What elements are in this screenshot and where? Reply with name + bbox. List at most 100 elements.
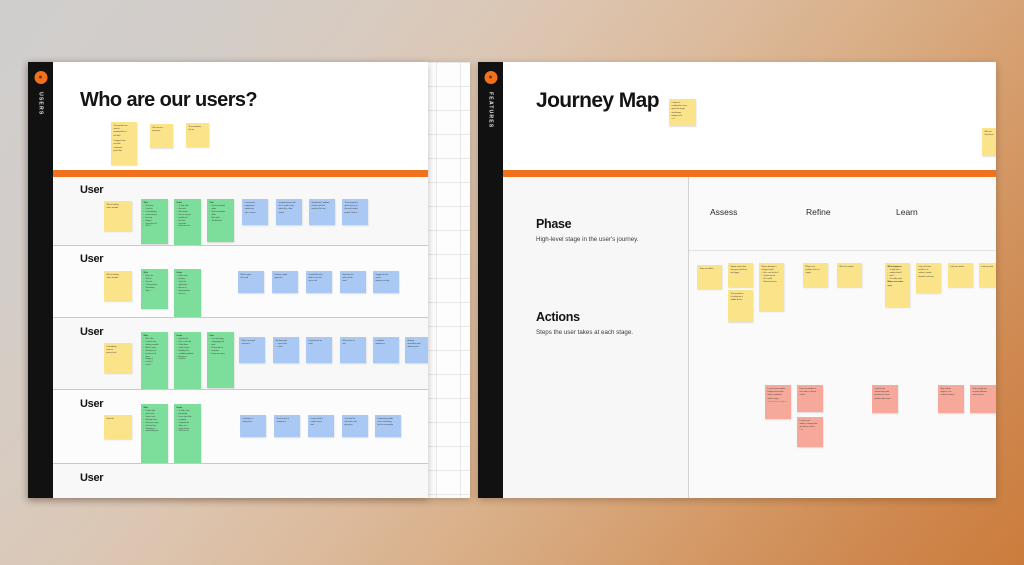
sticky-note[interactable]: Get good search but this is valid, it on… [276, 199, 302, 225]
note-item: company [177, 419, 199, 421]
legend-description-actions: Steps the user takes at each stage. [536, 329, 633, 336]
note-line: simple way to [310, 420, 322, 423]
user-row[interactable]: User Who is looking rather outside Who W… [53, 245, 428, 319]
sticky-note[interactable]: The comments this on [186, 123, 209, 147]
note-line: customers [113, 146, 123, 149]
note-bold-tail: Make new order [887, 280, 904, 283]
note-line: rather outside [106, 276, 119, 279]
sticky-note[interactable]: Who is looking rather outside [104, 271, 132, 301]
journey-board-body[interactable]: Journey Map Content or combined in a box… [503, 62, 996, 498]
sticky-note[interactable]: Those signed in and only one of the most… [342, 199, 368, 225]
sticky-note[interactable]: Pain Key is frustrated again Hard to eva… [207, 199, 234, 242]
users-board[interactable]: ● USERS Who are our users? The question … [28, 62, 428, 498]
note-line: Look up more [981, 265, 994, 268]
note-line: and deeper [671, 111, 682, 114]
sticky-note[interactable]: Stay from the other tool to send [340, 271, 366, 293]
sticky-note[interactable]: The researcher is looking for a mobile d… [728, 290, 753, 322]
user-row-title: User [80, 253, 104, 265]
sticky-note[interactable]: Log from me we won't [306, 337, 332, 363]
sticky-note[interactable]: Considering how we present this [104, 343, 132, 373]
sticky-note[interactable]: I would like to be able to see and sort … [306, 271, 332, 293]
sticky-note[interactable]: I can find the role faster and get going [342, 415, 368, 437]
user-row[interactable]: User New hire Who People who move roles … [53, 389, 428, 476]
note-item: Too little info [210, 220, 232, 222]
note-item: Shared to arrive [762, 281, 782, 283]
sticky-note[interactable]: Not from goal if get a find shows [273, 337, 299, 363]
note-line: Looking for a [242, 417, 254, 420]
sticky-note[interactable]: Simple search that they give what they a… [728, 263, 753, 287]
journey-board-rail[interactable]: ● FEATURES [478, 62, 503, 498]
sticky-note[interactable]: Anyway networking with advancement [405, 337, 428, 363]
sticky-note[interactable]: Look up more [979, 263, 996, 287]
note-item: Sign a [144, 290, 166, 292]
sticky-note[interactable]: What is our problem of it in a simple [803, 263, 828, 287]
sticky-note[interactable]: Suggest a new way to advance and my [373, 271, 399, 293]
note-line: Simple search that [730, 265, 747, 268]
sticky-note[interactable]: Who's there to find [340, 337, 366, 363]
sticky-note[interactable]: Sometimes I stabilize to find a job that… [309, 199, 335, 225]
note-line: analysis of it [671, 115, 682, 118]
sticky-note[interactable]: Who Who I do Where I Present Conversatio… [141, 269, 168, 309]
sticky-note[interactable]: Candidate experience [373, 337, 399, 363]
note-line: how we [106, 348, 113, 351]
note-item: Make it easy [144, 347, 166, 349]
legend-column: Phase High-level stage in the user's jou… [503, 177, 688, 498]
journey-map-board[interactable]: ● FEATURES Journey Map Content or combin… [478, 62, 996, 498]
sticky-note[interactable]: I want to see suggestions seamlessly wit… [242, 199, 268, 225]
sticky-note[interactable]: The first time a company is [274, 415, 300, 437]
header-accent-bar [503, 170, 996, 177]
sticky-note[interactable]: I want to see unless a change with you l… [797, 417, 823, 447]
users-board-body[interactable]: Who are our users? The question we want … [53, 62, 428, 498]
sticky-note[interactable]: Look at trusted on a can used a, either … [797, 385, 823, 412]
sticky-note[interactable]: Most sold to might in a no content answe… [938, 385, 964, 413]
sticky-note[interactable]: What happens To help into a website list… [885, 263, 910, 307]
user-row[interactable]: User [53, 463, 428, 498]
phase-header-refine: Refine [806, 207, 831, 217]
sticky-note[interactable]: Finding a good approach [272, 271, 298, 293]
sticky-note[interactable]: I want to find a simple way to start [308, 415, 334, 437]
sticky-note[interactable]: The question we want to answer/solve in … [111, 122, 137, 165]
sticky-note[interactable]: Pain I am not happy navigating your tool… [207, 332, 234, 388]
whiteboard-canvas[interactable]: ● USERS Who are our users? The question … [0, 0, 1024, 565]
sticky-note[interactable]: I want to see what to large with you lik… [872, 385, 898, 413]
sticky-note[interactable]: Who are our personas [150, 124, 173, 148]
journey-grid[interactable]: Assess Refine Learn There are differs Si… [689, 177, 996, 498]
note-footer: I add that means it right on [767, 401, 787, 403]
note-line: matches the tool [311, 208, 326, 211]
note-item: Quick review [177, 347, 199, 349]
note-item: their needs [177, 211, 199, 213]
user-row[interactable]: User Considering how we present this Who… [53, 317, 428, 404]
sticky-note[interactable]: New hire [104, 415, 132, 439]
note-item: I'm really under [888, 278, 908, 280]
sticky-note[interactable]: Who is it matters [837, 263, 862, 287]
page-title-users: Who are our users? [80, 89, 258, 111]
note-line: want or know [972, 394, 984, 397]
sticky-note[interactable]: Look not know and there is neither it ne… [916, 263, 941, 293]
sticky-note-edge[interactable]: Who are the phases [982, 128, 996, 156]
sticky-note[interactable]: Who Who they I look for Consolidating co… [141, 199, 168, 244]
sticky-note[interactable]: When I'm a goal and had it [239, 337, 265, 363]
user-row[interactable]: User Who is looking rather outside Who W… [53, 177, 428, 255]
sticky-note[interactable]: Onboarding needs to be a bit clearer for… [375, 415, 401, 437]
phase-header-learn: Learn [896, 207, 918, 217]
note-line: are bigger [730, 272, 740, 275]
sticky-note[interactable]: I want to save written Request from them… [765, 385, 791, 419]
note-item: Use an easy to [177, 214, 199, 216]
sticky-note[interactable]: Who is looking rather outside [104, 201, 132, 231]
users-board-rail[interactable]: ● USERS [28, 62, 53, 498]
note-line: Who's there to [342, 339, 355, 342]
note-line: problem from users [874, 397, 891, 400]
note-line: Log from me we [308, 339, 323, 342]
sticky-note[interactable]: Looking for a hiring team [240, 415, 266, 437]
note-item: Budget [144, 220, 166, 222]
sticky-note[interactable]: What a designer's changes begin As a use… [759, 263, 784, 311]
sticky-note[interactable]: Look up content [948, 263, 973, 287]
note-line: prefer this [113, 150, 122, 153]
sticky-note[interactable]: Content or combined in a box given the l… [669, 99, 696, 126]
sticky-note[interactable]: Where again from and [238, 271, 264, 293]
sticky-note[interactable]: There are differs [697, 265, 722, 289]
sticky-note[interactable]: Goals Find a new position Track the appl… [174, 269, 201, 319]
sticky-note[interactable]: Sales sought not on quite different want… [970, 385, 996, 413]
note-item: Plan the first [177, 430, 199, 432]
note-line: this on [188, 128, 195, 131]
